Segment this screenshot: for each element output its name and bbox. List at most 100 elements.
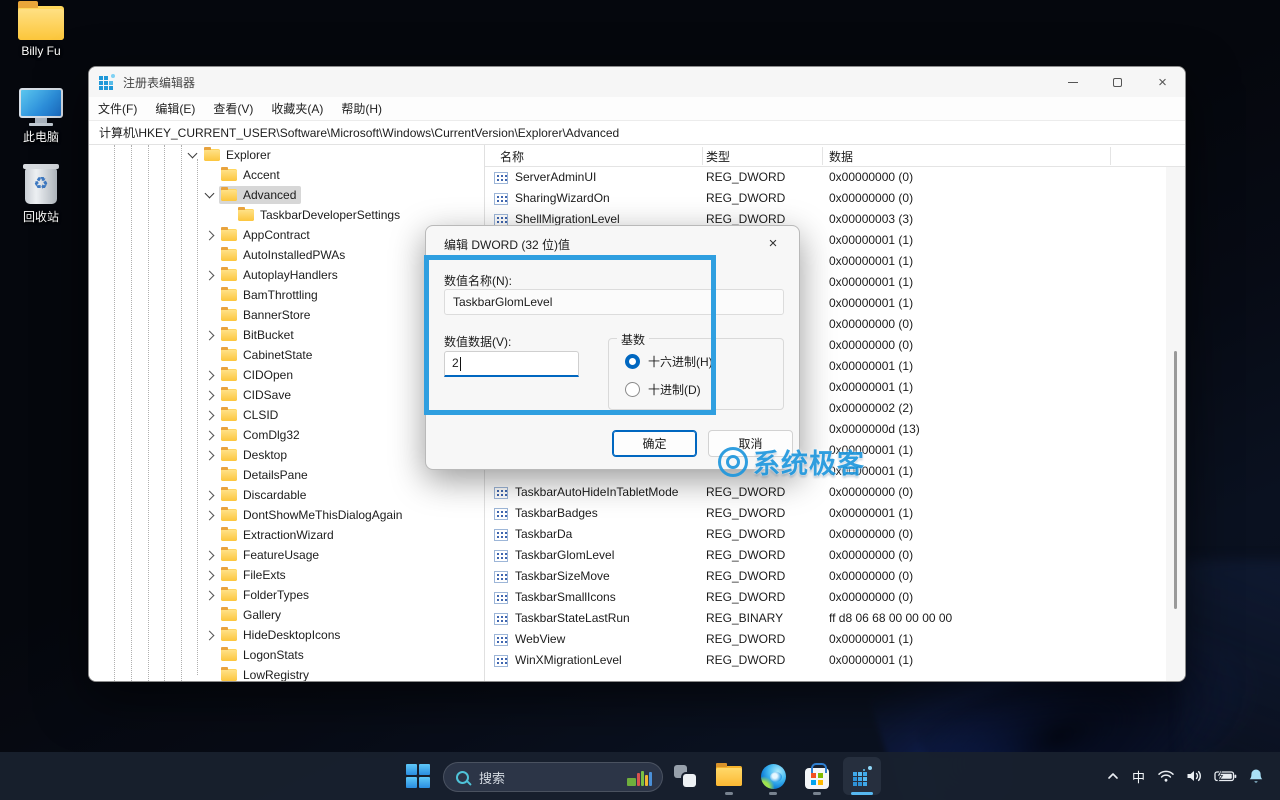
desktop-icon-this-pc[interactable]: 此电脑	[6, 88, 76, 145]
registry-value-row[interactable]: TaskbarDa REG_DWORD 0x00000000 (0)	[485, 524, 1166, 545]
registry-key-folder-icon	[221, 307, 237, 321]
registry-key-folder-icon	[221, 527, 237, 541]
window-titlebar[interactable]: 注册表编辑器 ×	[89, 67, 1185, 97]
registry-value-icon	[494, 655, 508, 667]
tree-item[interactable]: HideDesktopIcons	[89, 625, 484, 645]
column-separator[interactable]	[702, 147, 703, 165]
file-explorer-icon	[716, 763, 742, 786]
start-button[interactable]	[399, 757, 437, 795]
tree-item[interactable]: Accent	[89, 165, 484, 185]
tree-expander-icon[interactable]	[204, 330, 215, 340]
column-header-data[interactable]: 数据	[829, 148, 853, 165]
radio-hexadecimal[interactable]: 十六进制(H)	[625, 353, 713, 370]
value-name-field[interactable]: TaskbarGlomLevel	[444, 289, 784, 315]
tree-expander-icon[interactable]	[204, 490, 215, 500]
edge-button[interactable]	[754, 757, 792, 795]
tree-item[interactable]: ExtractionWizard	[89, 525, 484, 545]
search-box[interactable]: 搜索	[443, 762, 663, 792]
tree-item-label: DontShowMeThisDialogAgain	[243, 508, 403, 522]
menu-help[interactable]: 帮助(H)	[332, 100, 391, 117]
tree-item[interactable]: Discardable	[89, 485, 484, 505]
value-data: 0x00000001 (1)	[829, 296, 914, 310]
registry-value-icon	[494, 193, 508, 205]
column-header-type[interactable]: 类型	[706, 148, 730, 165]
tree-item[interactable]: DetailsPane	[89, 465, 484, 485]
tree-item[interactable]: DontShowMeThisDialogAgain	[89, 505, 484, 525]
menu-view[interactable]: 查看(V)	[204, 100, 262, 117]
tree-item-label: AutoInstalledPWAs	[243, 248, 346, 262]
registry-value-icon	[494, 613, 508, 625]
registry-value-row[interactable]: TaskbarBadges REG_DWORD 0x00000001 (1)	[485, 503, 1166, 524]
maximize-button[interactable]	[1095, 67, 1140, 97]
registry-value-row[interactable]: ServerAdminUI REG_DWORD 0x00000000 (0)	[485, 167, 1166, 188]
tree-expander-icon[interactable]	[204, 188, 215, 198]
tree-item[interactable]: FileExts	[89, 565, 484, 585]
tree-item[interactable]: TaskbarDeveloperSettings	[89, 205, 484, 225]
file-explorer-button[interactable]	[710, 757, 748, 795]
menu-edit[interactable]: 编辑(E)	[146, 100, 204, 117]
tree-expander-icon[interactable]	[204, 390, 215, 400]
registry-value-row[interactable]: TaskbarAutoHideInTabletMode REG_DWORD 0x…	[485, 482, 1166, 503]
tree-item[interactable]: Gallery	[89, 605, 484, 625]
registry-value-row[interactable]: SharingWizardOn REG_DWORD 0x00000000 (0)	[485, 188, 1166, 209]
column-separator[interactable]	[822, 147, 823, 165]
tree-item[interactable]: Advanced	[89, 185, 484, 205]
column-separator[interactable]	[1110, 147, 1111, 165]
desktop-icon-label: Billy Fu	[21, 44, 61, 58]
registry-value-row[interactable]: TaskbarStateLastRun REG_BINARY ff d8 06 …	[485, 608, 1166, 629]
value-data-field[interactable]: 2	[444, 351, 579, 377]
value-data: 0x00000000 (0)	[829, 569, 914, 583]
column-header-name[interactable]: 名称	[500, 148, 524, 165]
ok-button[interactable]: 确定	[612, 430, 697, 457]
volume-icon[interactable]	[1186, 769, 1203, 783]
tree-expander-icon[interactable]	[204, 570, 215, 580]
radio-decimal[interactable]: 十进制(D)	[625, 381, 701, 398]
vertical-scrollbar[interactable]	[1166, 167, 1185, 681]
desktop-icon-recycle-bin[interactable]: ♻ 回收站	[6, 164, 76, 225]
wifi-icon[interactable]	[1157, 769, 1175, 783]
registry-value-row[interactable]: WebView REG_DWORD 0x00000001 (1)	[485, 629, 1166, 650]
close-button[interactable]: ×	[1140, 67, 1185, 97]
registry-value-row[interactable]: TaskbarSizeMove REG_DWORD 0x00000000 (0)	[485, 566, 1166, 587]
notification-bell-icon[interactable]	[1248, 768, 1264, 785]
value-data: 0x00000000 (0)	[829, 338, 914, 352]
tree-item[interactable]: Explorer	[89, 145, 484, 165]
store-button[interactable]	[798, 757, 836, 795]
battery-charging-icon[interactable]	[1214, 769, 1237, 783]
tree-item[interactable]: FolderTypes	[89, 585, 484, 605]
tree-expander-icon[interactable]	[204, 410, 215, 420]
registry-editor-taskbar-button[interactable]	[843, 757, 881, 795]
tree-expander-icon[interactable]	[187, 148, 198, 158]
tree-expander-icon[interactable]	[204, 270, 215, 280]
value-type: REG_DWORD	[706, 653, 786, 667]
tree-expander-icon[interactable]	[204, 630, 215, 640]
value-data: 0x00000000 (0)	[829, 170, 914, 184]
tree-expander-icon[interactable]	[204, 590, 215, 600]
minimize-button[interactable]	[1050, 67, 1095, 97]
task-view-button[interactable]	[666, 757, 704, 795]
address-bar[interactable]: 计算机\HKEY_CURRENT_USER\Software\Microsoft…	[89, 121, 1185, 145]
tree-expander-icon[interactable]	[204, 370, 215, 380]
registry-value-row[interactable]: TaskbarGlomLevel REG_DWORD 0x00000000 (0…	[485, 545, 1166, 566]
tree-expander-icon[interactable]	[204, 450, 215, 460]
tree-expander-icon[interactable]	[204, 430, 215, 440]
tree-item-label: Desktop	[243, 448, 288, 462]
tree-expander-icon[interactable]	[204, 550, 215, 560]
registry-key-folder-icon	[221, 587, 237, 601]
value-data: 0x00000000 (0)	[829, 590, 914, 604]
tree-item[interactable]: FeatureUsage	[89, 545, 484, 565]
tree-expander-icon[interactable]	[204, 230, 215, 240]
tray-chevron-up-icon[interactable]	[1106, 770, 1120, 782]
dialog-close-icon[interactable]: ×	[759, 232, 787, 254]
scrollbar-thumb[interactable]	[1174, 351, 1177, 609]
menu-favorites[interactable]: 收藏夹(A)	[262, 100, 332, 117]
recycle-bin-icon: ♻	[23, 164, 59, 204]
registry-value-row[interactable]: TaskbarSmallIcons REG_DWORD 0x00000000 (…	[485, 587, 1166, 608]
tree-expander-icon[interactable]	[204, 510, 215, 520]
registry-value-row[interactable]: WinXMigrationLevel REG_DWORD 0x00000001 …	[485, 650, 1166, 671]
ime-indicator[interactable]: 中	[1131, 766, 1146, 787]
tree-item[interactable]: LowRegistry	[89, 665, 484, 681]
tree-item[interactable]: LogonStats	[89, 645, 484, 665]
menu-file[interactable]: 文件(F)	[89, 100, 146, 117]
desktop-icon-billy-fu[interactable]: Billy Fu	[6, 1, 76, 58]
